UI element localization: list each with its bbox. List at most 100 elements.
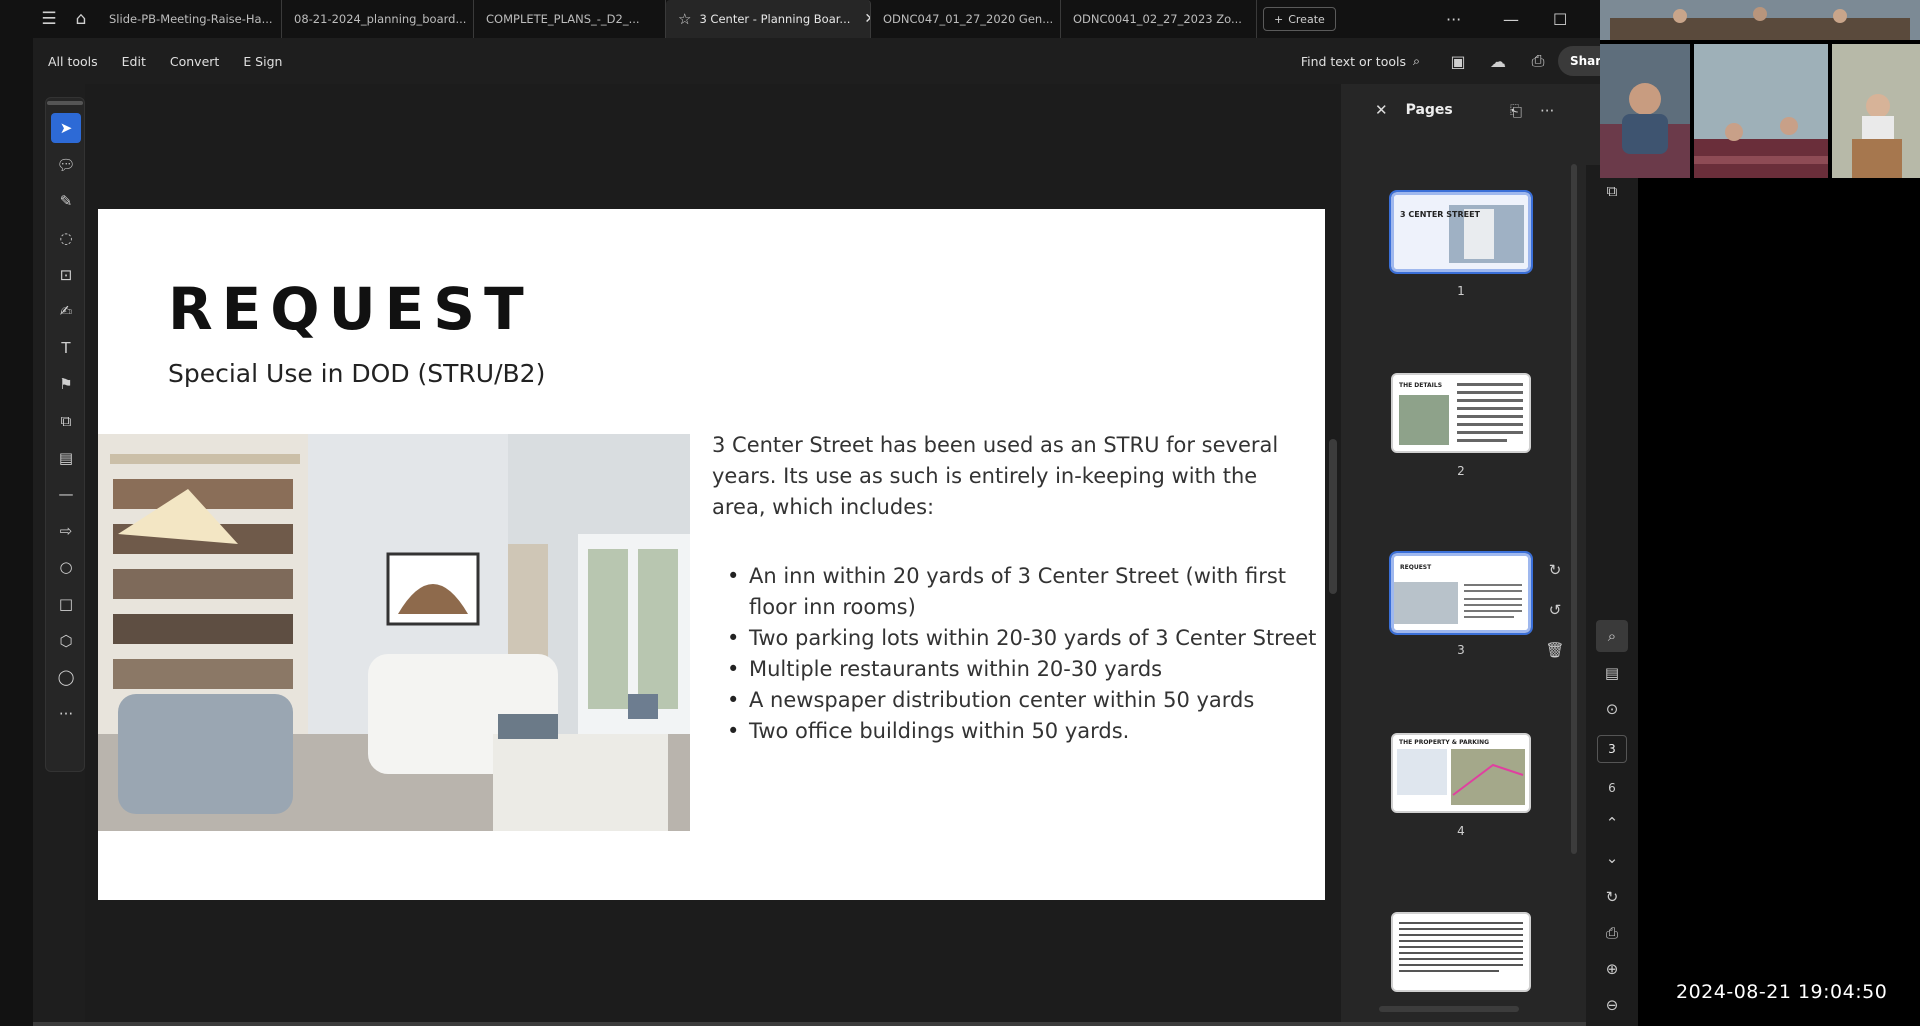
tab-6[interactable]: ODNC0041_02_27_2023 Zo... (1061, 0, 1257, 38)
pages-hscroll-thumb[interactable] (1379, 1006, 1519, 1012)
close-panel-icon[interactable]: ✕ (1375, 101, 1388, 119)
oval-icon[interactable]: ○ (46, 549, 86, 586)
page-thumbnail-5[interactable] (1391, 912, 1531, 992)
create-button[interactable]: + Create (1263, 7, 1336, 31)
polygon-icon[interactable]: ⬡ (46, 622, 86, 659)
tab-bar: ☰ ⌂ Slide-PB-Meeting-Raise-Ha... 08-21-2… (33, 0, 1600, 38)
page-export-icon[interactable]: ▤ (1596, 657, 1628, 689)
scrollbar-thumb[interactable] (1329, 439, 1337, 594)
slide-subtitle: Special Use in DOD (STRU/B2) (168, 359, 546, 388)
video-feed-3 (1832, 44, 1920, 178)
bullet-item: A newspaper distribution center within 5… (727, 685, 1319, 716)
tab-label: ODNC047_01_27_2020 Gen... (883, 12, 1054, 26)
search-icon: ⌕ (1412, 53, 1420, 68)
close-tab-icon[interactable]: ✕ (864, 11, 870, 27)
delete-page-icon[interactable]: 🗑︎ (1545, 641, 1564, 659)
pages-panel-title: Pages (1405, 102, 1453, 118)
page-number-4: 4 (1457, 824, 1465, 838)
text-callout-icon[interactable]: ▤ (46, 439, 86, 476)
rotate-counterclockwise-icon[interactable]: ↺ (1549, 601, 1562, 619)
find-text-tools[interactable]: Find text or tools ⌕ (1301, 53, 1420, 69)
total-pages: 6 (1608, 781, 1616, 795)
copy-pages-icon[interactable]: ⧉ (1596, 175, 1628, 207)
lasso-icon[interactable]: ◌ (46, 220, 86, 257)
pages-scrollbar-thumb[interactable] (1571, 164, 1577, 854)
pages-scrollbar[interactable] (1569, 136, 1579, 1016)
document-scrollbar[interactable] (1325, 84, 1341, 1026)
find-label: Find text or tools (1300, 53, 1406, 69)
bullet-item: An inn within 20 yards of 3 Center Stree… (727, 561, 1319, 623)
video-feed-2 (1694, 44, 1828, 178)
slide-title: REQUEST (168, 275, 533, 343)
bullet-item: Two parking lots within 20-30 yards of 3… (727, 623, 1319, 654)
arrow-icon[interactable]: ⇨ (46, 513, 86, 550)
highlight-pen-icon[interactable]: ✎ (46, 183, 86, 220)
menu-all-tools[interactable]: All tools (48, 54, 98, 69)
share-button[interactable]: Shar (1558, 46, 1600, 76)
rectangle-icon[interactable]: □ (46, 586, 86, 623)
tab-1[interactable]: Slide-PB-Meeting-Raise-Ha... (97, 0, 282, 38)
thumb2-title: THE DETAILS (1399, 382, 1442, 389)
page-number-1: 1 (1457, 284, 1465, 298)
more-options-icon[interactable]: ··· (1446, 0, 1461, 38)
previous-page-icon[interactable]: ⌃ (1596, 807, 1628, 839)
create-label: Create (1288, 12, 1325, 26)
more-options-icon[interactable]: ··· (1540, 102, 1554, 120)
save-page-icon[interactable]: ⎙ (1596, 917, 1628, 949)
page-number-3: 3 (1457, 643, 1465, 657)
bookmark-icon[interactable]: ⚑ (46, 366, 86, 403)
add-comment-icon[interactable]: 💬︎ (46, 147, 86, 184)
add-text-icon[interactable]: T (46, 330, 86, 367)
star-icon[interactable]: ☆ (678, 10, 691, 28)
text-box-icon[interactable]: ⊡ (46, 256, 86, 293)
tab-label: 3 Center - Planning Boar... (699, 12, 851, 26)
tab-label: ODNC0041_02_27_2023 Zo... (1073, 12, 1242, 26)
page-thumbnail-3[interactable]: REQUEST (1389, 551, 1533, 635)
more-tools-icon[interactable]: ··· (46, 696, 86, 733)
tab-2[interactable]: 08-21-2024_planning_board... (282, 0, 474, 38)
pages-horizontal-scrollbar[interactable] (1359, 1002, 1569, 1016)
upload-cloud-icon[interactable]: ☁ (1478, 46, 1518, 76)
print-icon[interactable]: ⎙ (1518, 46, 1558, 76)
stamp-icon[interactable]: ⧉ (46, 403, 86, 440)
bottom-strip (33, 1022, 1600, 1026)
maximize-icon[interactable]: ☐ (1553, 0, 1567, 38)
toolbar-right: Find text or tools ⌕ ▣ ☁ ⎙ Shar (1301, 38, 1600, 84)
page-thumbnail-4[interactable]: THE PROPERTY & PARKING (1391, 733, 1531, 813)
thumb1-title: 3 CENTER STREET (1400, 210, 1481, 219)
zoom-in-icon[interactable]: ⊕ (1596, 953, 1628, 985)
select-tool-icon[interactable]: ➤ (46, 110, 86, 147)
video-feed-1 (1600, 44, 1690, 178)
thumb4-title: THE PROPERTY & PARKING (1399, 739, 1489, 746)
menu-bar: All tools Edit Convert E Sign Find text … (33, 38, 1600, 84)
rotate-clockwise-icon[interactable]: ↻ (1549, 561, 1562, 579)
find-in-page-icon[interactable]: ⌕ (1596, 620, 1628, 652)
minimize-icon[interactable]: — (1503, 0, 1519, 38)
save-icon[interactable]: ▣ (1438, 46, 1478, 76)
page-thumbnail-2[interactable]: THE DETAILS (1391, 373, 1531, 453)
tab-3[interactable]: COMPLETE_PLANS_-_D2_... (474, 0, 666, 38)
current-page-field[interactable]: 3 (1597, 735, 1627, 763)
zoom-area-icon[interactable]: ⊙ (1596, 693, 1628, 725)
recording-timestamp: 2024-08-21 19:04:50 (1676, 981, 1888, 1003)
menu-convert[interactable]: Convert (170, 54, 219, 69)
circle-icon[interactable]: ◯ (46, 659, 86, 696)
menu-esign[interactable]: E Sign (243, 54, 282, 69)
menu-edit[interactable]: Edit (122, 54, 146, 69)
tab-5[interactable]: ODNC047_01_27_2020 Gen... (871, 0, 1061, 38)
home-icon[interactable]: ⌂ (65, 0, 97, 38)
line-icon[interactable]: — (46, 476, 86, 513)
page-floating-tools: ↻ ↺ 🗑︎ (1540, 550, 1570, 670)
hamburger-menu-icon[interactable]: ☰ (33, 0, 65, 38)
page-thumbnail-1[interactable]: 3 CENTER STREET (1389, 190, 1533, 274)
acrobat-window: ☰ ⌂ Slide-PB-Meeting-Raise-Ha... 08-21-2… (0, 0, 1600, 1026)
share-label: Shar (1570, 54, 1600, 68)
sign-icon[interactable]: ✍ (46, 293, 86, 330)
rail-grip[interactable] (47, 101, 83, 105)
next-page-icon[interactable]: ⌄ (1596, 842, 1628, 874)
refresh-icon[interactable]: ↻ (1596, 881, 1628, 913)
zoom-out-icon[interactable]: ⊖ (1596, 989, 1628, 1021)
page-options-icon[interactable]: ⎗ (1510, 102, 1522, 120)
video-feed-top (1600, 0, 1920, 40)
tab-4-active[interactable]: ☆ 3 Center - Planning Boar... ✕ (666, 0, 871, 38)
